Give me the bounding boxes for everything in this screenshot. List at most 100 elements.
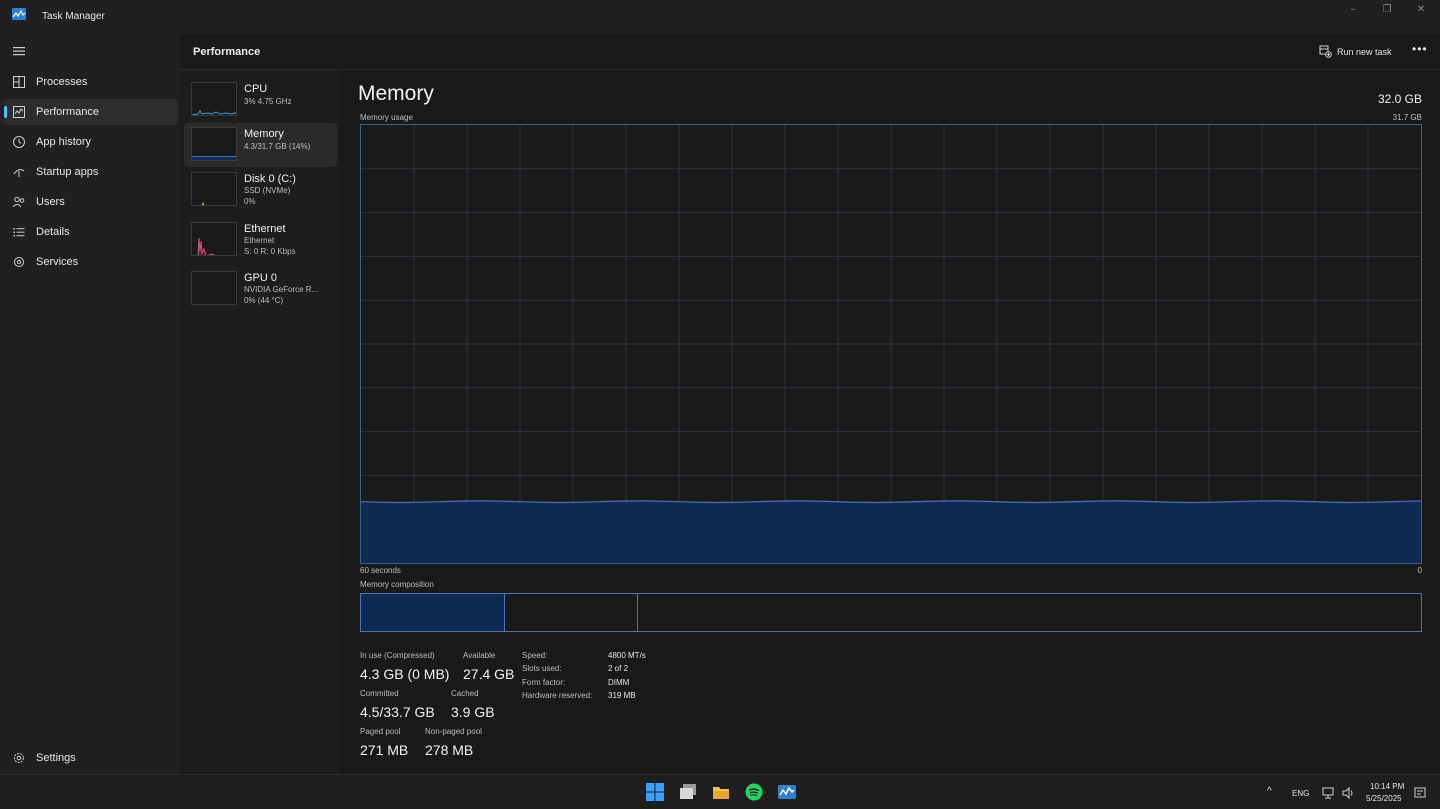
sidebar-item-label: Services bbox=[36, 256, 79, 268]
memory-total: 32.0 GB bbox=[1377, 92, 1422, 106]
hardware-reserved-key: Hardware reserved: bbox=[522, 691, 593, 700]
volume-icon[interactable] bbox=[1341, 786, 1355, 800]
memory-usage-graph bbox=[360, 124, 1422, 564]
spotify-icon[interactable] bbox=[745, 783, 763, 801]
sidebar-item-startup-apps[interactable]: Startup apps bbox=[4, 159, 178, 185]
device-status: S: 0 R: 0 Kbps bbox=[244, 247, 296, 256]
time-axis-start: 60 seconds bbox=[360, 566, 401, 575]
in-use-label: In use (Compressed) bbox=[360, 651, 435, 660]
run-task-icon bbox=[1319, 45, 1332, 58]
device-ethernet[interactable]: Ethernet Ethernet S: 0 R: 0 Kbps bbox=[184, 218, 337, 262]
startup-icon bbox=[13, 169, 25, 177]
history-icon bbox=[13, 136, 25, 148]
form-factor-key: Form factor: bbox=[522, 678, 566, 687]
task-manager-icon bbox=[12, 8, 26, 20]
run-new-task-label: Run new task bbox=[1337, 47, 1392, 57]
sidebar-item-processes[interactable]: Processes bbox=[4, 69, 178, 95]
available-value: 27.4 GB bbox=[463, 666, 515, 682]
device-name: GPU 0 bbox=[244, 272, 278, 284]
non-paged-pool-value: 278 MB bbox=[425, 742, 474, 758]
sidebar-item-details[interactable]: Details bbox=[4, 219, 178, 245]
sidebar-item-label: App history bbox=[36, 136, 92, 148]
close-button[interactable]: ✕ bbox=[1404, 4, 1438, 20]
device-status: 3% 4.75 GHz bbox=[244, 97, 292, 106]
sidebar-item-performance[interactable]: Performance bbox=[4, 99, 178, 125]
sidebar-item-label: Details bbox=[36, 226, 70, 238]
committed-label: Committed bbox=[360, 689, 399, 698]
services-icon bbox=[14, 257, 24, 267]
device-status: 4.3/31.7 GB (14%) bbox=[244, 142, 311, 151]
gear-icon bbox=[14, 753, 24, 763]
sidebar-item-settings[interactable]: Settings bbox=[4, 745, 178, 769]
hardware-reserved-value: 319 MB bbox=[608, 691, 636, 700]
device-disk[interactable]: Disk 0 (C:) SSD (NVMe) 0% bbox=[184, 168, 337, 212]
title-bar: Task Manager – ❐ ✕ bbox=[0, 0, 1440, 34]
memory-composition-label: Memory composition bbox=[360, 580, 434, 589]
clock-date[interactable]: 5/25/2025 bbox=[1366, 794, 1402, 803]
speed-value: 4800 MT/s bbox=[608, 651, 646, 660]
sidebar-item-label: Processes bbox=[36, 76, 88, 88]
network-icon[interactable] bbox=[1322, 786, 1336, 800]
details-icon bbox=[13, 228, 25, 237]
processes-icon bbox=[13, 76, 25, 88]
file-explorer-icon[interactable] bbox=[712, 783, 730, 801]
ethernet-thumbnail-graph bbox=[191, 222, 237, 256]
maximize-button[interactable]: ❐ bbox=[1370, 4, 1404, 20]
form-factor-value: DIMM bbox=[608, 678, 630, 687]
device-type: Ethernet bbox=[244, 236, 275, 245]
device-status: 0% (44 °C) bbox=[244, 296, 284, 305]
device-name: Ethernet bbox=[244, 223, 286, 235]
page-header: Performance Run new task ••• bbox=[180, 34, 1440, 70]
sidebar-item-label: Users bbox=[36, 196, 65, 208]
paged-pool-label: Paged pool bbox=[360, 727, 401, 736]
users-icon bbox=[12, 196, 25, 208]
memory-title: Memory bbox=[358, 82, 434, 105]
non-paged-pool-label: Non-paged pool bbox=[425, 727, 482, 736]
composition-standby-divider bbox=[637, 594, 638, 631]
windows-start-icon[interactable] bbox=[646, 783, 664, 801]
device-name: CPU bbox=[244, 83, 268, 95]
device-type: NVIDIA GeForce R... bbox=[244, 285, 319, 294]
gpu-thumbnail-graph bbox=[191, 271, 237, 305]
sidebar-item-label: Performance bbox=[36, 106, 99, 118]
tray-overflow-chevron[interactable]: ^ bbox=[1267, 786, 1272, 797]
hamburger-menu-icon[interactable] bbox=[12, 44, 26, 58]
language-indicator[interactable]: ENG bbox=[1292, 789, 1309, 798]
device-gpu[interactable]: GPU 0 NVIDIA GeForce R... 0% (44 °C) bbox=[184, 267, 337, 311]
sidebar-item-label: Startup apps bbox=[36, 166, 99, 178]
task-view-icon[interactable] bbox=[679, 783, 697, 801]
sidebar-item-label: Settings bbox=[36, 752, 76, 764]
composition-in-use bbox=[361, 594, 505, 631]
minimize-button[interactable]: – bbox=[1336, 4, 1370, 20]
sidebar-item-users[interactable]: Users bbox=[4, 189, 178, 215]
device-cpu[interactable]: CPU 3% 4.75 GHz bbox=[184, 78, 337, 122]
paged-pool-value: 271 MB bbox=[360, 742, 409, 758]
memory-composition-bar bbox=[360, 593, 1422, 632]
cached-label: Cached bbox=[451, 689, 479, 698]
sidebar-item-services[interactable]: Services bbox=[4, 249, 178, 275]
memory-thumbnail-graph bbox=[191, 127, 237, 161]
clock-time[interactable]: 10:14 PM bbox=[1370, 782, 1404, 791]
taskbar: ^ ENG 10:14 PM 5/25/2025 bbox=[0, 774, 1440, 809]
speed-key: Speed: bbox=[522, 651, 548, 660]
device-list: CPU 3% 4.75 GHz Memory 4.3/31.7 GB (14%)… bbox=[180, 70, 340, 774]
cpu-thumbnail-graph bbox=[191, 82, 237, 116]
window-title: Task Manager bbox=[42, 11, 105, 22]
disk-thumbnail-graph bbox=[191, 172, 237, 206]
slots-value: 2 of 2 bbox=[608, 664, 629, 673]
cached-value: 3.9 GB bbox=[451, 704, 495, 720]
memory-usage-area bbox=[361, 500, 1421, 563]
device-memory[interactable]: Memory 4.3/31.7 GB (14%) bbox=[184, 123, 337, 167]
page-title: Performance bbox=[193, 46, 261, 58]
sidebar: Processes Performance App history Startu… bbox=[0, 34, 180, 774]
sidebar-item-app-history[interactable]: App history bbox=[4, 129, 178, 155]
available-label: Available bbox=[463, 651, 496, 660]
memory-usage-plot bbox=[361, 125, 1421, 563]
device-type: SSD (NVMe) bbox=[244, 186, 291, 195]
more-options-button[interactable]: ••• bbox=[1412, 42, 1428, 56]
task-manager-taskbar-icon[interactable] bbox=[778, 783, 796, 801]
slots-key: Slots used: bbox=[522, 664, 562, 673]
device-status: 0% bbox=[244, 197, 256, 206]
notification-icon[interactable] bbox=[1413, 786, 1427, 800]
time-axis-end: 0 bbox=[1417, 566, 1422, 575]
